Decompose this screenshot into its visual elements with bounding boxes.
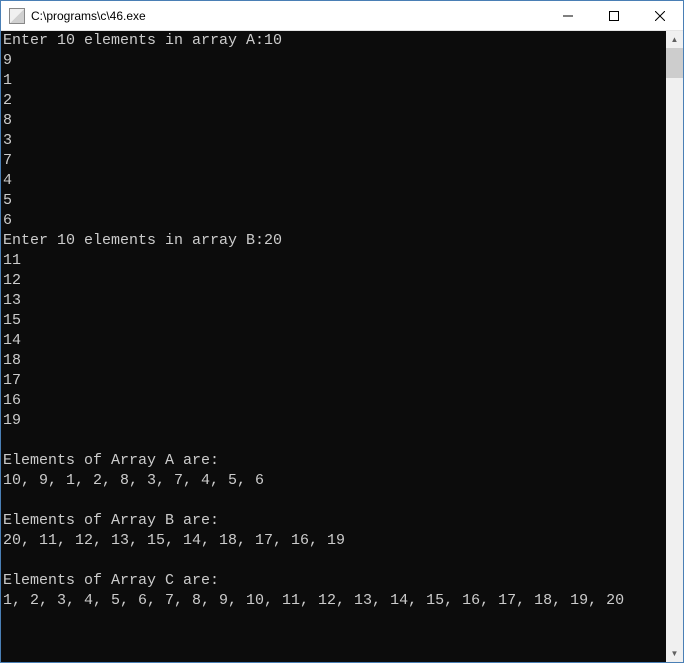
console-line: 20, 11, 12, 13, 15, 14, 18, 17, 16, 19 (3, 531, 664, 551)
content-area: Enter 10 elements in array A:10912837456… (1, 31, 683, 662)
console-window: C:\programs\c\46.exe Enter 10 elements i… (0, 0, 684, 663)
app-icon (9, 8, 25, 24)
console-line: Enter 10 elements in array B:20 (3, 231, 664, 251)
console-line: 8 (3, 111, 664, 131)
console-line: Elements of Array B are: (3, 511, 664, 531)
console-line (3, 491, 664, 511)
console-line: Enter 10 elements in array A:10 (3, 31, 664, 51)
scroll-track[interactable] (666, 48, 683, 645)
close-button[interactable] (637, 1, 683, 30)
console-line: 11 (3, 251, 664, 271)
console-line: 18 (3, 351, 664, 371)
console-line: 3 (3, 131, 664, 151)
console-line (3, 551, 664, 571)
window-title: C:\programs\c\46.exe (31, 9, 545, 23)
console-line: 12 (3, 271, 664, 291)
window-controls (545, 1, 683, 30)
console-line: 1 (3, 71, 664, 91)
console-line: 17 (3, 371, 664, 391)
console-output[interactable]: Enter 10 elements in array A:10912837456… (1, 31, 666, 662)
console-line: 2 (3, 91, 664, 111)
titlebar[interactable]: C:\programs\c\46.exe (1, 1, 683, 31)
close-icon (655, 11, 665, 21)
console-line: 6 (3, 211, 664, 231)
scroll-down-arrow[interactable]: ▼ (666, 645, 683, 662)
scroll-thumb[interactable] (666, 48, 683, 78)
console-line: Elements of Array C are: (3, 571, 664, 591)
vertical-scrollbar[interactable]: ▲ ▼ (666, 31, 683, 662)
maximize-button[interactable] (591, 1, 637, 30)
console-line: 13 (3, 291, 664, 311)
console-line: 15 (3, 311, 664, 331)
scroll-up-arrow[interactable]: ▲ (666, 31, 683, 48)
console-line: 14 (3, 331, 664, 351)
console-line: 16 (3, 391, 664, 411)
console-line: 9 (3, 51, 664, 71)
console-line: 19 (3, 411, 664, 431)
minimize-button[interactable] (545, 1, 591, 30)
console-line: Elements of Array A are: (3, 451, 664, 471)
minimize-icon (563, 11, 573, 21)
console-line: 10, 9, 1, 2, 8, 3, 7, 4, 5, 6 (3, 471, 664, 491)
console-line: 5 (3, 191, 664, 211)
console-line: 1, 2, 3, 4, 5, 6, 7, 8, 9, 10, 11, 12, 1… (3, 591, 664, 611)
console-line (3, 431, 664, 451)
console-line: 4 (3, 171, 664, 191)
maximize-icon (609, 11, 619, 21)
console-line: 7 (3, 151, 664, 171)
